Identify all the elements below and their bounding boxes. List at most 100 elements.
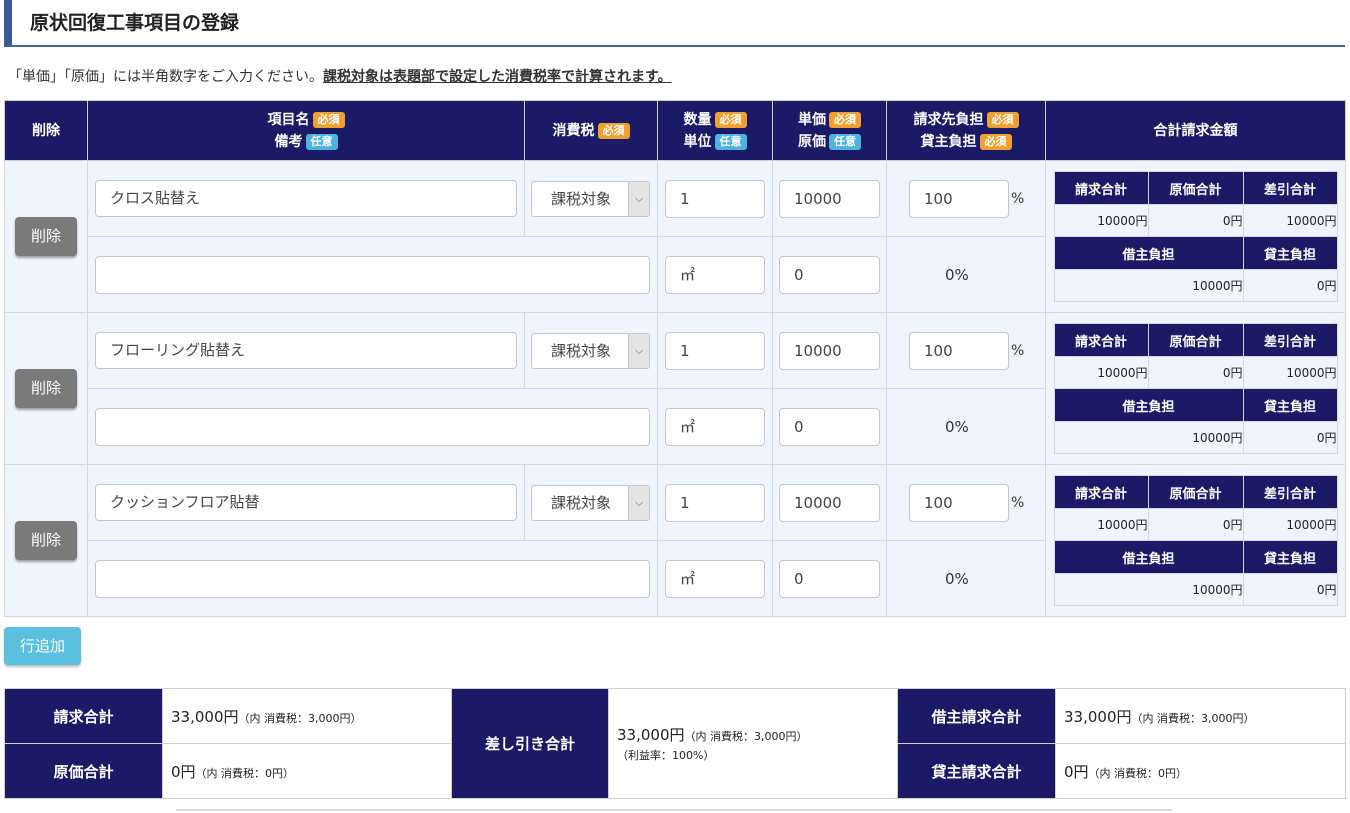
required-badge: 必須 [312, 111, 345, 128]
item-row: 削除 フローリング貼替え 課税対象 ⌵ 1 10000 100% 請求合計 原価合計 差引合計 10… [4, 312, 1346, 465]
required-badge: 必須 [597, 122, 630, 139]
item-name-input[interactable]: クロス貼替え [95, 180, 517, 217]
unit-cell: ㎡ [657, 388, 773, 465]
chevron-down-icon: ⌵ [628, 333, 649, 368]
header-price: 単価 必須 原価 任意 [772, 100, 887, 161]
tax-cell: 課税対象 ⌵ [524, 464, 658, 541]
remarks-cell [87, 540, 658, 617]
unit-input[interactable]: ㎡ [665, 255, 765, 294]
billing-share-input[interactable]: 100 [909, 331, 1009, 370]
row-summary-cell: 請求合計 原価合計 差引合計 10000円 0円 10000円 借主負担 貸主負担 10000円… [1045, 312, 1346, 465]
unit-price-cell: 10000 [772, 160, 887, 237]
unit-input[interactable]: ㎡ [665, 407, 765, 446]
diff-total-label: 差し引き合計 [451, 688, 609, 799]
header-tax: 消費税 必須 [524, 100, 658, 161]
input-notice: 「単価」「原価」には半角数字をご入力ください。課税対象は表題部で設定した消費税率… [8, 66, 672, 86]
delete-button[interactable]: 削除 [15, 521, 77, 560]
tenant-share-value: 10000円 [1053, 269, 1244, 302]
percent-sign: % [1011, 494, 1025, 511]
tax-select-value: 課税対象 [551, 341, 612, 360]
unit-cell: ㎡ [657, 236, 773, 313]
remarks-input[interactable] [95, 407, 650, 446]
cost-input[interactable]: 0 [779, 407, 880, 446]
billing-share-cell: 100% [886, 464, 1046, 541]
header-quantity: 数量 必須 単位 任意 [657, 100, 773, 161]
tenant-share-header: 借主負担 [1053, 388, 1244, 422]
item-row: 削除 クロス貼替え 課税対象 ⌵ 1 10000 100% 請求合計 原価合計 差引合計 10000… [4, 160, 1346, 313]
item-name-input[interactable]: クッションフロア貼替 [95, 484, 517, 521]
row-summary-table: 請求合計 原価合計 差引合計 10000円 0円 10000円 借主負担 貸主負担 10000円… [1053, 323, 1338, 454]
cost-input[interactable]: 0 [779, 559, 880, 598]
quantity-cell: 1 [657, 160, 773, 237]
cost-total-header: 原価合計 [1147, 475, 1244, 509]
quantity-input[interactable]: 1 [665, 331, 765, 370]
unit-price-cell: 10000 [772, 312, 887, 389]
row-summary-table: 請求合計 原価合計 差引合計 10000円 0円 10000円 借主負担 貸主負担 10000円… [1053, 171, 1338, 302]
billed-total-header: 請求合計 [1053, 171, 1149, 205]
item-row: 削除 クッションフロア貼替 課税対象 ⌵ 1 10000 100% 請求合計 原価合計 差引合計 1… [4, 464, 1346, 617]
landlord-share-header: 貸主負担 [1242, 540, 1338, 574]
tax-cell: 課税対象 ⌵ [524, 160, 658, 237]
diff-total-header: 差引合計 [1242, 475, 1338, 509]
cost-input[interactable]: 0 [779, 255, 880, 294]
optional-badge: 任意 [829, 133, 861, 150]
landlord-share-header: 貸主負担 [1242, 236, 1338, 270]
cost-cell: 0 [772, 540, 887, 617]
divider [176, 809, 1172, 811]
tenant-share-value: 10000円 [1053, 421, 1244, 454]
landlord-share-cell: 0% [886, 388, 1046, 465]
delete-button[interactable]: 削除 [15, 369, 77, 408]
unit-price-input[interactable]: 10000 [779, 331, 880, 370]
tax-select[interactable]: 課税対象 ⌵ [531, 180, 650, 217]
tax-select[interactable]: 課税対象 ⌵ [531, 484, 650, 521]
billing-share-input[interactable]: 100 [909, 179, 1009, 218]
percent-sign: % [1011, 342, 1025, 359]
page-title-bar: 原状回復工事項目の登録 [4, 0, 1345, 47]
diff-total-header: 差引合計 [1242, 323, 1338, 357]
header-total: 合計請求金額 [1045, 100, 1346, 161]
quantity-input[interactable]: 1 [665, 483, 765, 522]
tenant-share-header: 借主負担 [1053, 236, 1244, 270]
required-badge: 必須 [829, 111, 861, 128]
remarks-input[interactable] [95, 255, 650, 294]
delete-cell: 削除 [4, 160, 88, 313]
delete-button[interactable]: 削除 [15, 217, 77, 256]
diff-total-value: 10000円 [1242, 356, 1338, 389]
notice-text: 「単価」「原価」には半角数字をご入力ください。 [8, 69, 323, 85]
notice-emphasis: 課税対象は表題部で設定した消費税率で計算されます。 [323, 69, 672, 85]
header-item-name: 項目名 必須 備考 任意 [87, 100, 525, 161]
unit-input[interactable]: ㎡ [665, 559, 765, 598]
billing-share-input[interactable]: 100 [909, 483, 1009, 522]
row-summary-cell: 請求合計 原価合計 差引合計 10000円 0円 10000円 借主負担 貸主負担 10000円… [1045, 160, 1346, 313]
row-summary-cell: 請求合計 原価合計 差引合計 10000円 0円 10000円 借主負担 貸主負担 10000円… [1045, 464, 1346, 617]
billed-total-value: 10000円 [1053, 356, 1149, 389]
landlord-share-cell: 0% [886, 540, 1046, 617]
quantity-input[interactable]: 1 [665, 179, 765, 218]
cost-total-header: 原価合計 [1147, 323, 1244, 357]
remarks-cell [87, 388, 658, 465]
quantity-cell: 1 [657, 312, 773, 389]
diff-total-header: 差引合計 [1242, 171, 1338, 205]
percent-sign: % [1011, 190, 1025, 207]
billed-total-value: 33,000円（内 消費税：3,000円） [162, 688, 452, 744]
add-row-button[interactable]: 行追加 [4, 627, 81, 665]
diff-total-value: 10000円 [1242, 204, 1338, 237]
cost-total-header: 原価合計 [1147, 171, 1244, 205]
landlord-share-cell: 0% [886, 236, 1046, 313]
landlord-share-header: 貸主負担 [1242, 388, 1338, 422]
billing-share-cell: 100% [886, 160, 1046, 237]
unit-price-input[interactable]: 10000 [779, 483, 880, 522]
unit-price-input[interactable]: 10000 [779, 179, 880, 218]
item-name-cell: フローリング貼替え [87, 312, 525, 389]
landlord-share-value: 0% [945, 418, 969, 436]
items-table: 削除 項目名 必須 備考 任意 消費税 必須 数量 必須 単位 任意 単価 必須 原価 任意 … [4, 100, 1346, 617]
billed-total-value: 10000円 [1053, 204, 1149, 237]
landlord-total-value: 0円（内 消費税：0円） [1055, 743, 1346, 799]
item-name-input[interactable]: フローリング貼替え [95, 332, 517, 369]
billing-share-cell: 100% [886, 312, 1046, 389]
item-name-cell: クロス貼替え [87, 160, 525, 237]
tenant-total-value: 33,000円（内 消費税：3,000円） [1055, 688, 1346, 744]
tax-select[interactable]: 課税対象 ⌵ [531, 332, 650, 369]
row-summary-table: 請求合計 原価合計 差引合計 10000円 0円 10000円 借主負担 貸主負担 10000円… [1053, 475, 1338, 606]
remarks-input[interactable] [95, 559, 650, 598]
